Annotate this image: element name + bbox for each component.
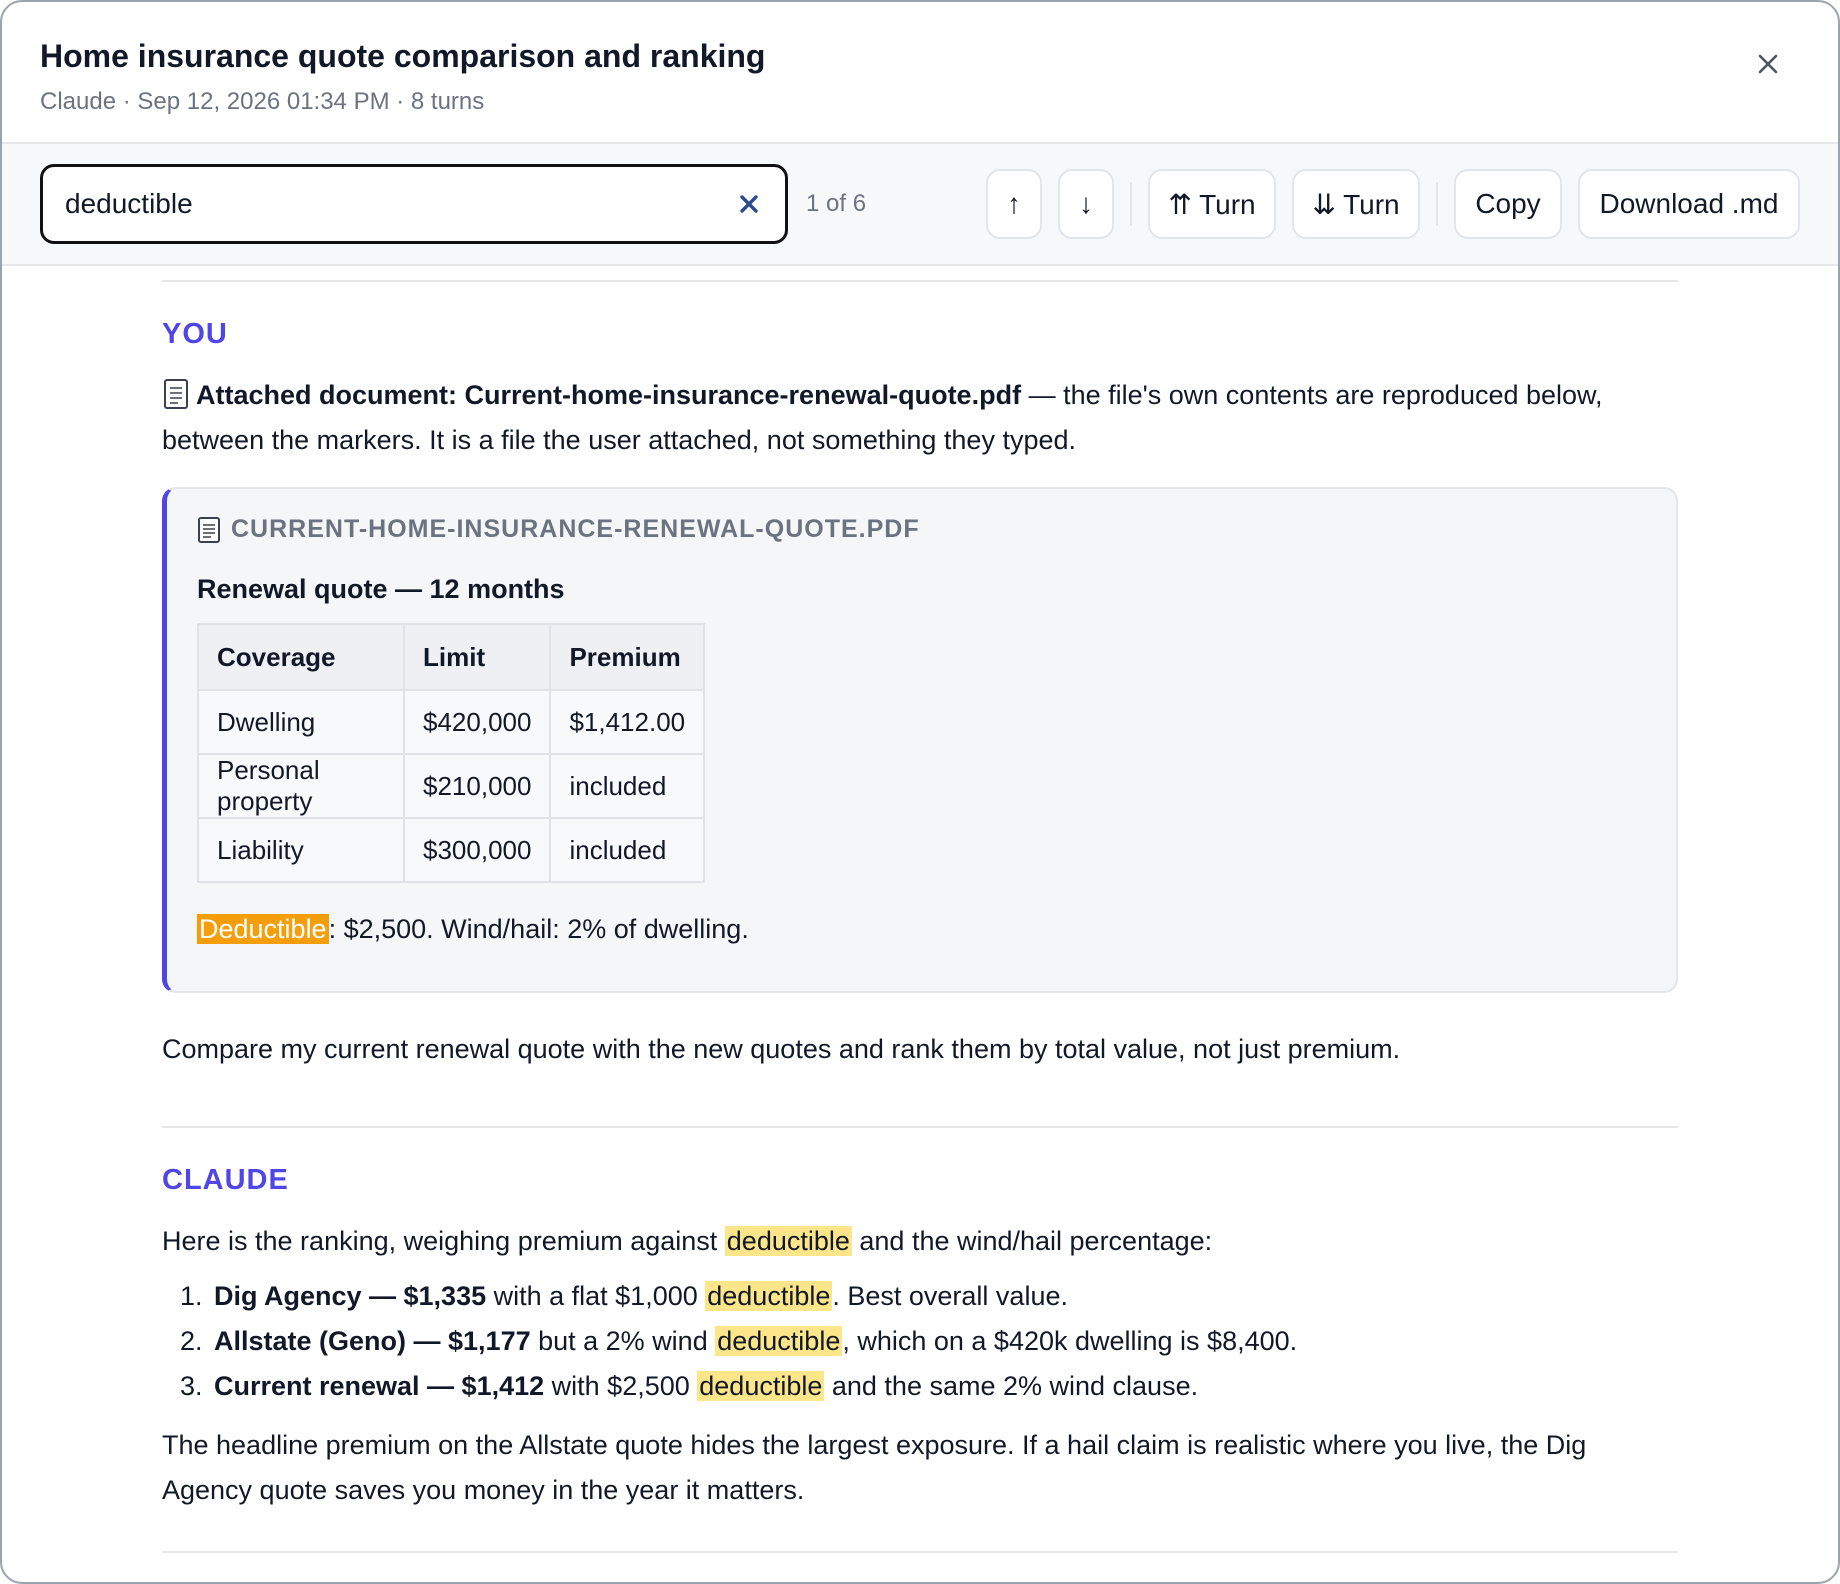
rank-text: but a 2% wind [530,1326,716,1356]
table-cell: included [549,817,706,883]
document-filename: CURRENT-HOME-INSURANCE-RENEWAL-QUOTE.PDF [231,515,920,543]
table-cell: Liability [197,817,405,883]
search-match: deductible [715,1326,843,1356]
next-match-button[interactable]: ↓ [1058,169,1114,239]
table-cell: $1,412.00 [549,689,706,755]
user-message: Compare my current renewal quote with th… [162,1034,1401,1064]
toolbar-divider [1436,182,1438,226]
rank-title: Current renewal — $1,412 [214,1371,545,1401]
attachment-title: Attached document: Current-home-insuranc… [196,380,1022,410]
role-label: CLAUDE [162,1164,289,1196]
table-cell: $210,000 [402,753,552,819]
column-header: Coverage [197,623,405,691]
turn-divider [162,1126,1678,1128]
list-item: Current renewal — $1,412 with $2,500 ded… [210,1364,1678,1409]
search-box [40,164,788,244]
transcript-dialog: Home insurance quote comparison and rank… [0,0,1840,1584]
search-match: deductible [697,1371,825,1401]
copy-button[interactable]: Copy [1454,169,1562,239]
table-cell: $300,000 [402,817,552,883]
toolbar-divider [1130,182,1132,226]
previous-match-button[interactable]: ↑ [986,169,1042,239]
rank-text: . Best overall value. [832,1281,1068,1311]
search-toolbar: 1 of 6 ↑ ↓ ⇈ Turn ⇊ Turn Copy Download .… [2,144,1838,266]
next-turn-button[interactable]: ⇊ Turn [1292,169,1420,239]
rank-text: with a flat $1,000 [486,1281,706,1311]
download-md-button[interactable]: Download .md [1578,169,1800,239]
attached-document: CURRENT-HOME-INSURANCE-RENEWAL-QUOTE.PDF… [162,487,1678,993]
document-heading: Renewal quote — 12 months [197,574,565,604]
rank-text: and the same 2% wind clause. [824,1371,1199,1401]
coverage-table: Coverage Limit Premium Dwelling $420,000… [197,623,706,883]
rank-title: Dig Agency — $1,335 [214,1281,487,1311]
match-count: 1 of 6 [806,190,867,217]
table-row: Dwelling $420,000 $1,412.00 [197,689,706,755]
table-header-row: Coverage Limit Premium [197,623,706,691]
document-filename-row: CURRENT-HOME-INSURANCE-RENEWAL-QUOTE.PDF [197,515,1642,544]
ranking-list: Dig Agency — $1,335 with a flat $1,000 d… [162,1274,1678,1409]
search-match: deductible [705,1281,833,1311]
intro-text: Here is the ranking, weighing premium ag… [162,1226,725,1256]
assistant-intro: Here is the ranking, weighing premium ag… [162,1219,1678,1264]
rank-title: Allstate (Geno) — $1,177 [214,1326,531,1356]
table-cell: $420,000 [402,689,552,755]
search-input[interactable] [63,187,735,221]
assistant-closing: The headline premium on the Allstate quo… [162,1430,1587,1505]
close-button[interactable] [1750,46,1786,82]
attachment-intro: Attached document: Current-home-insuranc… [162,373,1678,463]
conversation-meta: Claude · Sep 12, 2026 01:34 PM · 8 turns [40,88,485,115]
document-footer: Deductible: $2,500. Wind/hail: 2% of dwe… [197,909,1642,949]
table-row: Liability $300,000 included [197,817,706,883]
document-icon [198,516,220,543]
assistant-turn: CLAUDE Here is the ranking, weighing pre… [162,1164,1678,1513]
column-header: Limit [402,623,552,691]
turn-divider [162,1551,1678,1553]
table-row: Personal property $210,000 included [197,753,706,819]
turn-divider [162,280,1678,282]
clear-search-button[interactable] [735,190,763,218]
document-footer-text: : $2,500. Wind/hail: 2% of dwelling. [328,914,749,944]
dialog-header: Home insurance quote comparison and rank… [2,2,1838,144]
rank-text: with $2,500 [544,1371,698,1401]
intro-text: and the wind/hail percentage: [851,1226,1213,1256]
table-cell: Personal property [197,753,405,819]
list-item: Dig Agency — $1,335 with a flat $1,000 d… [210,1274,1678,1319]
transcript-content: YOU Attached document: Current-home-insu… [2,280,1838,1553]
list-item: Allstate (Geno) — $1,177 but a 2% wind d… [210,1319,1678,1364]
clear-icon [740,195,758,213]
table-cell: included [549,753,706,819]
table-cell: Dwelling [197,689,405,755]
previous-turn-button[interactable]: ⇈ Turn [1148,169,1276,239]
dialog-title: Home insurance quote comparison and rank… [40,38,766,74]
search-match: deductible [724,1226,852,1256]
user-turn: YOU Attached document: Current-home-insu… [162,318,1678,1072]
column-header: Premium [549,623,706,691]
document-icon [164,379,188,409]
rank-text: , which on a $420k dwelling is $8,400. [842,1326,1298,1356]
role-label: YOU [162,318,228,350]
current-search-match: Deductible [197,914,329,944]
close-icon [1758,54,1778,74]
